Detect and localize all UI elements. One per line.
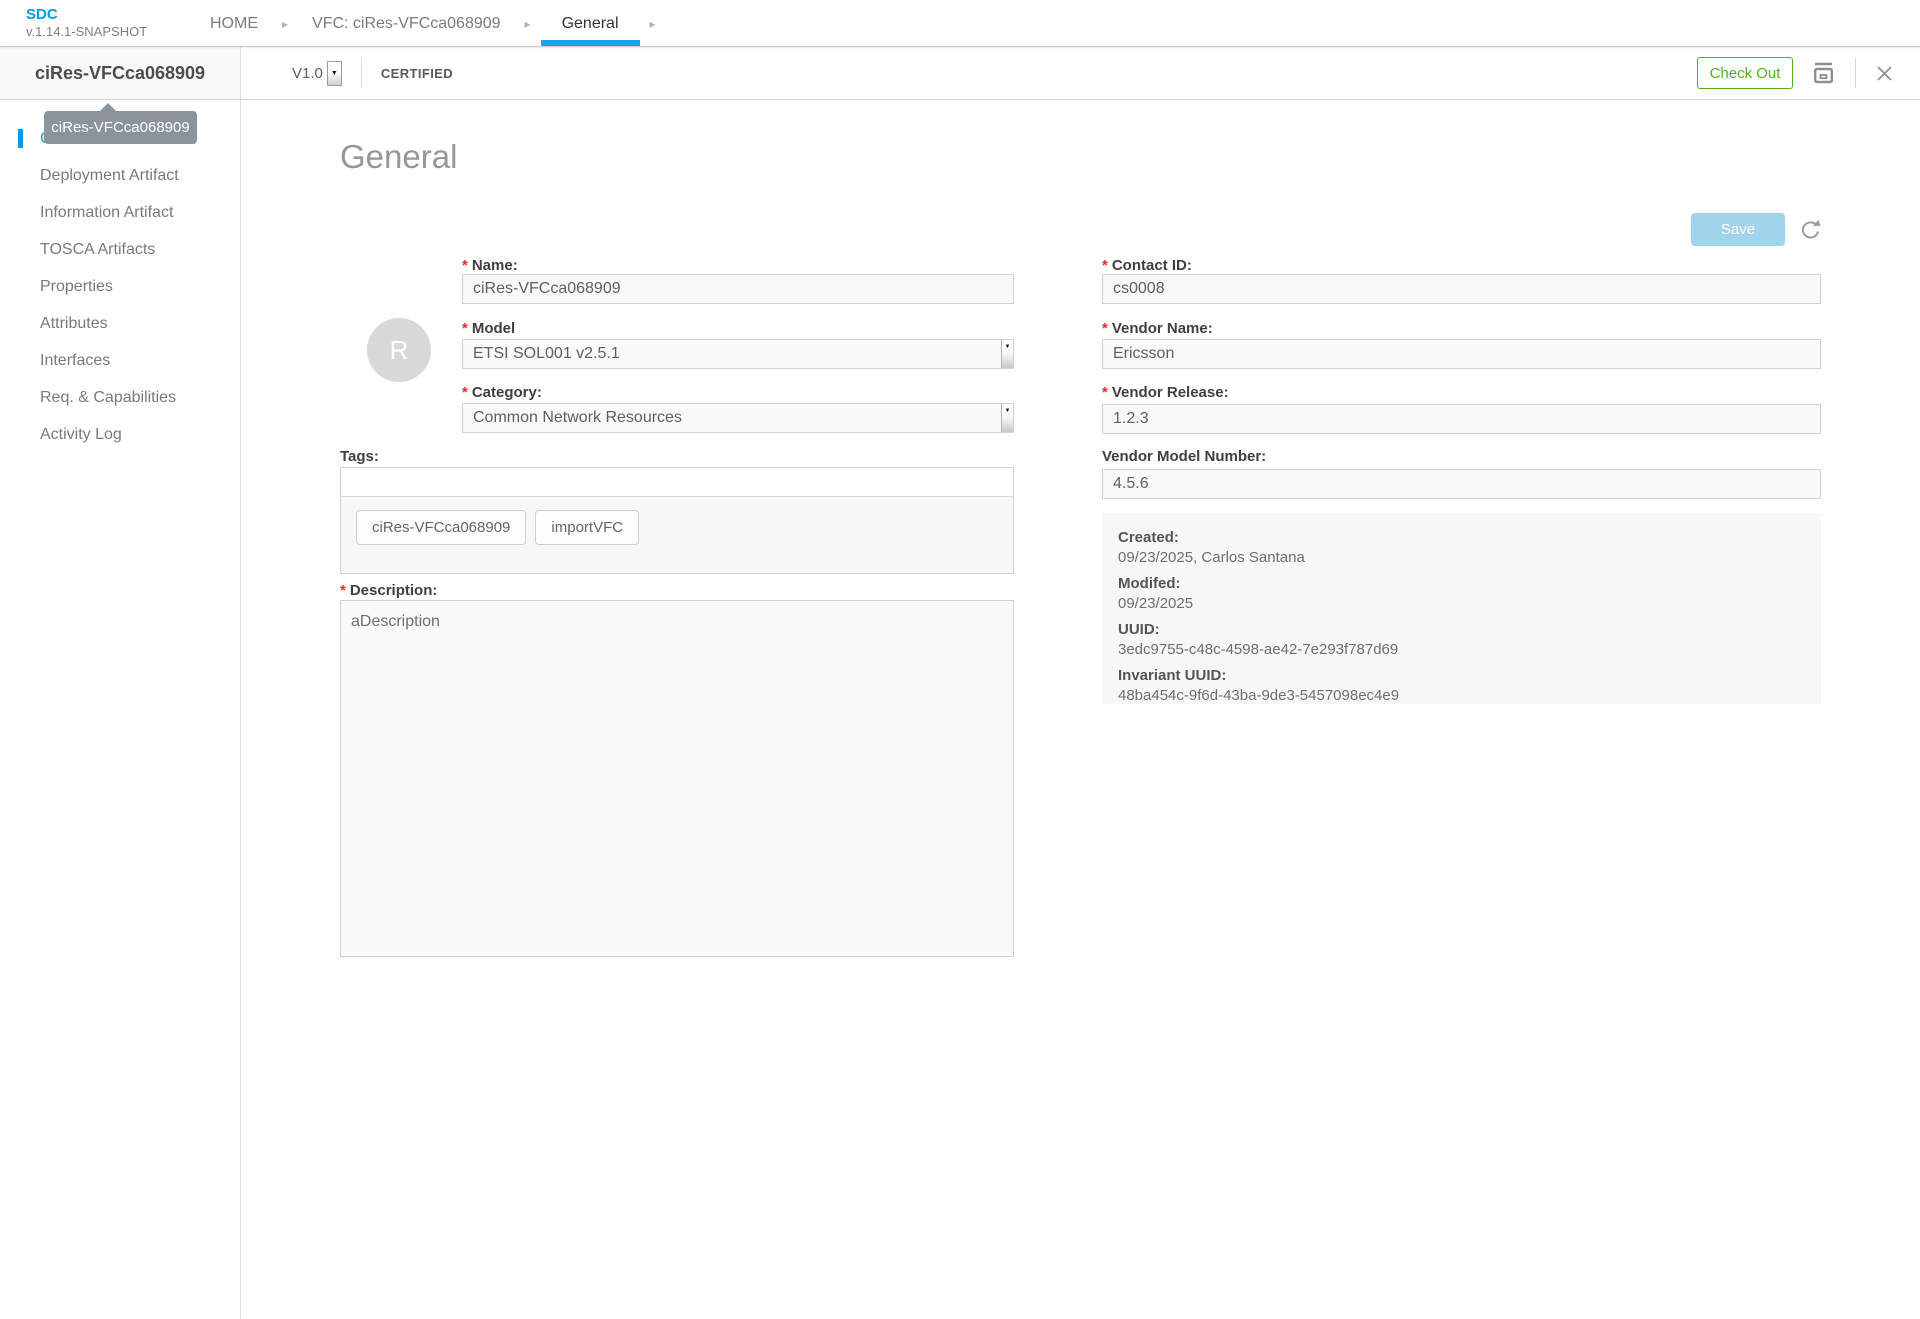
tags-input[interactable] bbox=[341, 468, 1013, 497]
logo-version: v.1.14.1-SNAPSHOT bbox=[26, 23, 148, 39]
description-label: * Description: bbox=[340, 582, 438, 599]
contact-id-label: * Contact ID: bbox=[1102, 257, 1192, 274]
model-select-value: ETSI SOL001 v2.5.1 bbox=[473, 345, 620, 362]
active-indicator bbox=[18, 129, 23, 148]
tag-chip[interactable]: ciRes-VFCca068909 bbox=[356, 510, 527, 545]
check-out-button[interactable]: Check Out bbox=[1697, 57, 1793, 89]
sdc-logo: SDC v.1.14.1-SNAPSHOT bbox=[26, 6, 148, 39]
app-header: SDC v.1.14.1-SNAPSHOT HOME ▸ VFC: ciRes-… bbox=[0, 0, 1920, 47]
chevron-down-icon: ▼ bbox=[1001, 404, 1013, 432]
required-marker: * bbox=[1102, 320, 1108, 337]
breadcrumb-home[interactable]: HOME bbox=[196, 0, 272, 47]
entity-title-panel: ciRes-VFCca068909 bbox=[0, 47, 241, 100]
sidebar-item-label: Activity Log bbox=[40, 425, 122, 443]
meta-uuid: UUID: 3edc9755-c48c-4598-ae42-7e293f787d… bbox=[1118, 620, 1805, 659]
page-title: General bbox=[340, 138, 458, 175]
description-textarea[interactable]: aDescription bbox=[340, 600, 1014, 957]
tag-chip[interactable]: importVFC bbox=[535, 510, 640, 545]
sidebar-item-properties[interactable]: Properties bbox=[0, 268, 240, 305]
save-button[interactable]: Save bbox=[1691, 213, 1785, 246]
category-select-value: Common Network Resources bbox=[473, 409, 682, 426]
sidebar-item-label: Deployment Artifact bbox=[40, 166, 179, 184]
chevron-down-icon: ▼ bbox=[1001, 340, 1013, 368]
category-select[interactable]: Common Network Resources ▼ bbox=[462, 403, 1014, 433]
status-badge: CERTIFIED bbox=[380, 65, 454, 81]
breadcrumb-vfc[interactable]: VFC: ciRes-VFCca068909 bbox=[298, 0, 515, 47]
model-select[interactable]: ETSI SOL001 v2.5.1 ▼ bbox=[462, 339, 1014, 369]
meta-value: 3edc9755-c48c-4598-ae42-7e293f787d69 bbox=[1118, 641, 1399, 658]
entity-name-tooltip: ciRes-VFCca068909 bbox=[44, 103, 197, 144]
sidebar-item-information-artifact[interactable]: Information Artifact bbox=[0, 194, 240, 231]
meta-value: 09/23/2025 bbox=[1118, 595, 1194, 612]
tags-box: ciRes-VFCca068909 importVFC bbox=[340, 467, 1014, 574]
sidebar-item-label: Attributes bbox=[40, 314, 108, 332]
meta-modified: Modifed: 09/23/2025 bbox=[1118, 574, 1805, 613]
tags-chip-list: ciRes-VFCca068909 importVFC bbox=[341, 497, 1013, 573]
vendor-model-number-input[interactable] bbox=[1102, 469, 1821, 499]
toolbar-actions: V1.0 ▼ CERTIFIED Check Out bbox=[241, 47, 1920, 100]
main-content: General Save R *Name: *Model ETSI SOL001… bbox=[241, 100, 1920, 1319]
divider bbox=[1855, 58, 1856, 88]
meta-label: Invariant UUID: bbox=[1118, 667, 1227, 684]
breadcrumb: HOME ▸ VFC: ciRes-VFCca068909 ▸ General … bbox=[196, 0, 666, 47]
avatar: R bbox=[367, 318, 431, 382]
required-marker: * bbox=[462, 320, 468, 337]
divider bbox=[360, 58, 362, 88]
meta-invariant-uuid: Invariant UUID: 48ba454c-9f6d-43ba-9de3-… bbox=[1118, 666, 1805, 705]
version-label: V1.0 bbox=[292, 64, 323, 82]
sdc-app: SDC v.1.14.1-SNAPSHOT HOME ▸ VFC: ciRes-… bbox=[0, 0, 1920, 1319]
meta-label: Created: bbox=[1118, 529, 1179, 546]
sidebar: General Deployment Artifact Information … bbox=[0, 100, 241, 1319]
chevron-right-icon: ▸ bbox=[649, 16, 656, 31]
archive-icon[interactable] bbox=[1812, 61, 1835, 85]
sidebar-item-req-capabilities[interactable]: Req. & Capabilities bbox=[0, 379, 240, 416]
name-label: * Name: bbox=[462, 257, 518, 274]
meta-created: Created: 09/23/2025, Carlos Santana bbox=[1118, 528, 1805, 567]
required-marker: * bbox=[462, 384, 468, 401]
breadcrumb-general[interactable]: General bbox=[540, 0, 640, 47]
model-label: * Model bbox=[462, 320, 516, 337]
required-marker: * bbox=[1102, 384, 1108, 401]
sidebar-item-label: Interfaces bbox=[40, 351, 111, 369]
vendor-model-number-label: Vendor Model Number: bbox=[1102, 448, 1267, 465]
vendor-name-label: * Vendor Name: bbox=[1102, 320, 1213, 337]
refresh-icon[interactable] bbox=[1799, 218, 1822, 241]
tags-label: Tags: bbox=[340, 448, 379, 465]
vendor-name-input[interactable] bbox=[1102, 339, 1821, 369]
meta-value: 48ba454c-9f6d-43ba-9de3-5457098ec4e9 bbox=[1118, 687, 1400, 704]
sidebar-item-attributes[interactable]: Attributes bbox=[0, 305, 240, 342]
chevron-right-icon: ▸ bbox=[524, 16, 531, 31]
meta-info-box: Created: 09/23/2025, Carlos Santana Modi… bbox=[1102, 513, 1821, 704]
meta-label: UUID: bbox=[1118, 621, 1160, 638]
sidebar-item-interfaces[interactable]: Interfaces bbox=[0, 342, 240, 379]
entity-title: ciRes-VFCca068909 bbox=[34, 62, 206, 83]
logo-title: SDC bbox=[26, 6, 58, 23]
sidebar-item-tosca-artifacts[interactable]: TOSCA Artifacts bbox=[0, 231, 240, 268]
sidebar-item-activity-log[interactable]: Activity Log bbox=[0, 416, 240, 453]
sidebar-item-label: Information Artifact bbox=[40, 203, 174, 221]
meta-label: Modifed: bbox=[1118, 575, 1181, 592]
required-marker: * bbox=[340, 582, 346, 599]
sidebar-item-label: Req. & Capabilities bbox=[40, 388, 177, 406]
chevron-right-icon: ▸ bbox=[282, 16, 289, 31]
vendor-release-input[interactable] bbox=[1102, 404, 1821, 434]
sidebar-item-deployment-artifact[interactable]: Deployment Artifact bbox=[0, 157, 240, 194]
category-label: * Category: bbox=[462, 384, 542, 401]
required-marker: * bbox=[462, 257, 468, 274]
vendor-release-label: * Vendor Release: bbox=[1102, 384, 1229, 401]
meta-value: 09/23/2025, Carlos Santana bbox=[1118, 549, 1305, 566]
required-marker: * bbox=[1102, 257, 1108, 274]
close-icon[interactable] bbox=[1876, 65, 1893, 82]
contact-id-input[interactable] bbox=[1102, 274, 1821, 304]
toolbar: ciRes-VFCca068909 V1.0 ▼ CERTIFIED Check… bbox=[0, 47, 1920, 100]
version-dropdown[interactable]: ▼ bbox=[326, 60, 342, 86]
sidebar-item-label: TOSCA Artifacts bbox=[40, 240, 156, 258]
name-input[interactable] bbox=[462, 274, 1014, 304]
sidebar-item-label: Properties bbox=[40, 277, 113, 295]
